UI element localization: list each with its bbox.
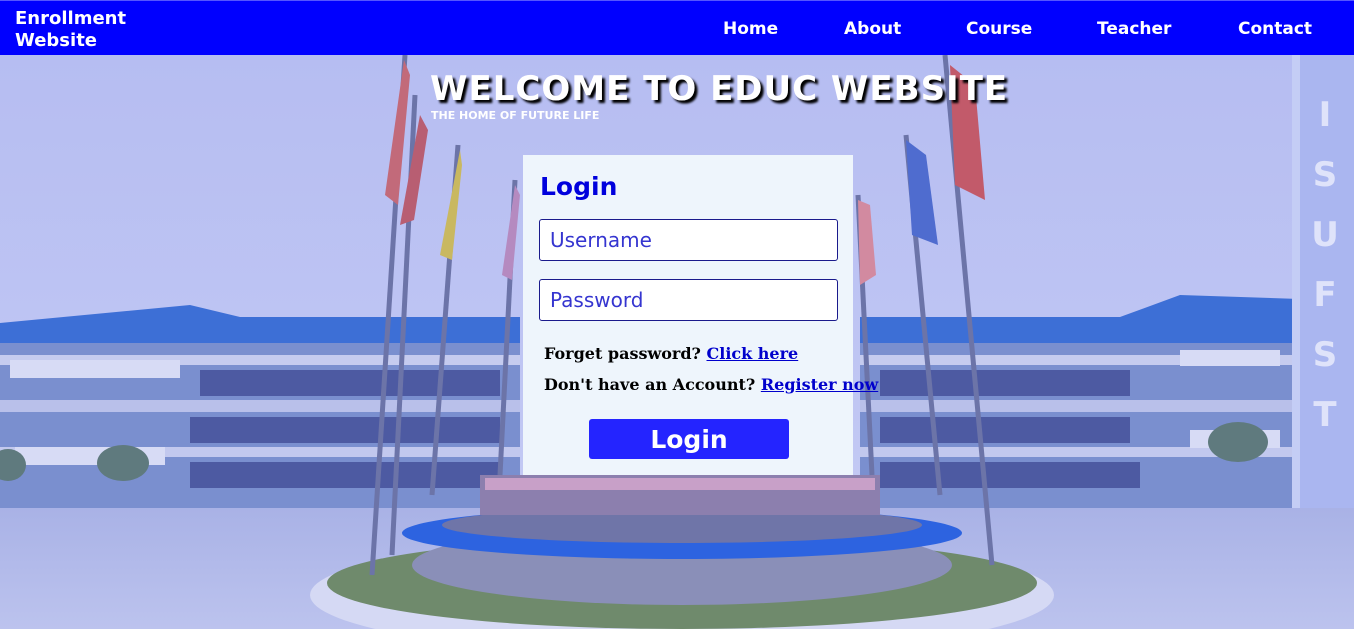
register-row: Don't have an Account? Register now [544, 375, 878, 394]
nav-link-home[interactable]: Home [723, 19, 778, 39]
nav-link-about[interactable]: About [844, 19, 901, 39]
sign-letter: S [1312, 335, 1338, 375]
login-button[interactable]: Login [589, 419, 789, 459]
forgot-password-link[interactable]: Click here [707, 344, 799, 363]
sign-letter: F [1313, 275, 1337, 315]
nav-link-course[interactable]: Course [966, 19, 1032, 39]
hero-subtitle: THE HOME OF FUTURE LIFE [431, 109, 600, 122]
nav-link-contact[interactable]: Contact [1238, 19, 1312, 39]
sign-letter: I [1318, 95, 1332, 135]
forgot-password-row: Forget password? Click here [544, 344, 798, 363]
sign-letter: U [1311, 215, 1339, 255]
register-text: Don't have an Account? [544, 375, 756, 394]
brand-line-2: Website [15, 30, 98, 51]
login-heading: Login [540, 172, 618, 201]
brand-logo-text[interactable]: Enrollment Website [15, 8, 126, 52]
brand-line-1: Enrollment [15, 8, 127, 29]
register-link[interactable]: Register now [761, 375, 878, 394]
sign-letter: S [1312, 155, 1338, 195]
hero-title: WELCOME TO EDUC WEBSITE [430, 69, 1009, 109]
forgot-password-text: Forget password? [544, 344, 701, 363]
nav-link-teacher[interactable]: Teacher [1097, 19, 1171, 39]
isufst-sign: I S U F S T [1310, 85, 1340, 445]
password-input[interactable] [539, 279, 838, 321]
sign-letter: T [1313, 395, 1337, 435]
login-card: Login Forget password? Click here Don't … [523, 155, 878, 475]
top-navbar: Enrollment Website Home About Course Tea… [0, 0, 1354, 55]
username-input[interactable] [539, 219, 838, 261]
